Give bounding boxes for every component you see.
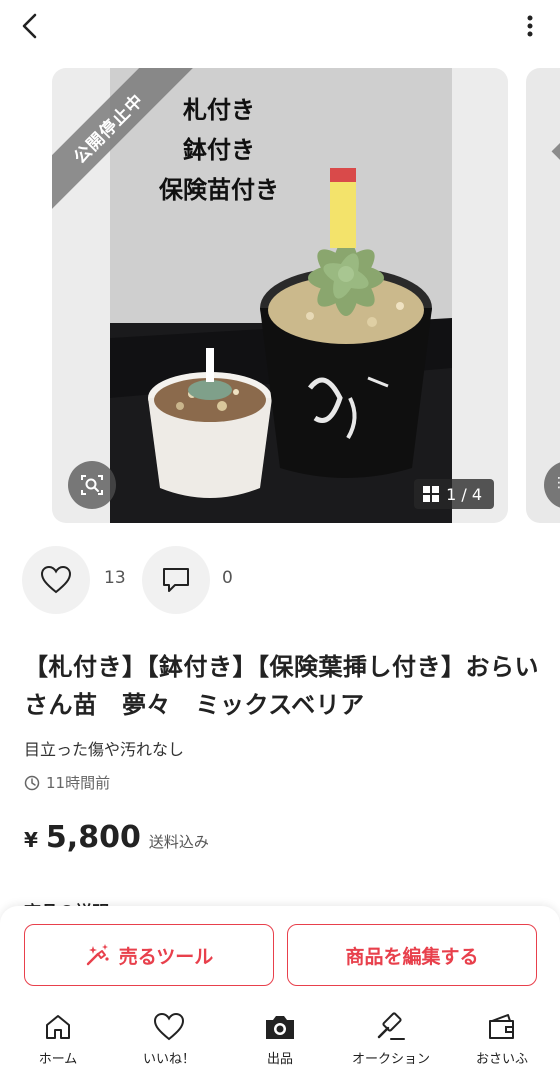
social-row: 13 0 bbox=[0, 546, 560, 614]
lens-scan-icon bbox=[81, 475, 103, 495]
bottom-tab-bar: ホーム いいね！ 出品 オークション おさいふ bbox=[0, 1006, 560, 1080]
tab-home[interactable]: ホーム bbox=[2, 1010, 114, 1072]
photo-overlay-line: 鉢付き bbox=[183, 136, 255, 164]
chevron-left-icon bbox=[22, 13, 37, 39]
more-options-button[interactable] bbox=[518, 8, 542, 44]
tab-likes-label: いいね！ bbox=[142, 1052, 195, 1067]
tab-home-label: ホーム bbox=[38, 1052, 78, 1067]
tab-wallet[interactable]: おさいふ bbox=[446, 1010, 558, 1072]
tab-sell-label: 出品 bbox=[266, 1052, 293, 1067]
image-carousel[interactable]: 札付き 鉢付き 保険苗付き 公開停止中 1 / 4 公 ⋮ bbox=[0, 68, 560, 524]
posted-time-text: 11時間前 bbox=[46, 774, 111, 792]
item-condition: 目立った傷や汚れなし bbox=[24, 740, 185, 759]
image-counter[interactable]: 1 / 4 bbox=[414, 479, 494, 509]
tab-wallet-label: おさいふ bbox=[475, 1052, 528, 1067]
wallet-icon bbox=[489, 1014, 514, 1039]
camera-icon bbox=[266, 1016, 294, 1039]
back-button[interactable] bbox=[12, 8, 48, 44]
sparkle-wand-icon bbox=[86, 944, 109, 966]
gavel-icon bbox=[377, 1012, 405, 1040]
like-count: 13 bbox=[104, 568, 126, 588]
price-value: 5,800 bbox=[45, 820, 141, 855]
heart-icon bbox=[40, 565, 72, 594]
carousel-slide-next[interactable]: 公 ⋮ bbox=[526, 68, 560, 523]
price-row: ¥ 5,800 送料込み bbox=[24, 820, 209, 855]
tab-likes[interactable]: いいね！ bbox=[113, 1010, 225, 1072]
edit-item-label: 商品を編集する bbox=[345, 945, 479, 968]
action-panel: 売るツール 商品を編集する bbox=[0, 906, 560, 1006]
more-dots-icon: ⋮ bbox=[552, 475, 560, 491]
more-vertical-icon bbox=[527, 15, 533, 37]
item-title: 【札付き】【鉢付き】【保険葉挿し付き】おらいさん苗 夢々 ミックスベリア bbox=[24, 653, 539, 719]
like-button[interactable] bbox=[22, 546, 90, 614]
tab-auction-label: オークション bbox=[351, 1052, 430, 1067]
image-search-button-next[interactable]: ⋮ bbox=[544, 461, 560, 509]
home-icon bbox=[46, 1015, 70, 1039]
image-counter-text: 1 / 4 bbox=[446, 484, 482, 504]
grid-icon bbox=[423, 486, 440, 502]
image-search-button[interactable] bbox=[68, 461, 116, 509]
status-banner-next: 公 bbox=[551, 68, 560, 176]
carousel-slide-current[interactable]: 札付き 鉢付き 保険苗付き 公開停止中 1 / 4 bbox=[52, 68, 508, 523]
tab-sell[interactable]: 出品 bbox=[224, 1010, 336, 1072]
currency-symbol: ¥ bbox=[24, 828, 38, 852]
edit-item-button[interactable]: 商品を編集する bbox=[287, 924, 537, 986]
sell-tool-label: 売るツール bbox=[118, 945, 214, 968]
photo-overlay-line: 保険苗付き bbox=[159, 176, 279, 204]
clock-icon bbox=[24, 775, 40, 790]
sell-tool-button[interactable]: 売るツール bbox=[24, 924, 274, 986]
posted-time: 11時間前 bbox=[24, 772, 110, 793]
shipping-note: 送料込み bbox=[148, 833, 209, 851]
comment-count: 0 bbox=[222, 568, 233, 588]
heart-icon bbox=[153, 1012, 185, 1041]
tab-auction[interactable]: オークション bbox=[335, 1010, 447, 1072]
comment-icon bbox=[163, 568, 189, 592]
top-bar bbox=[0, 0, 560, 52]
comment-button[interactable] bbox=[142, 546, 210, 614]
